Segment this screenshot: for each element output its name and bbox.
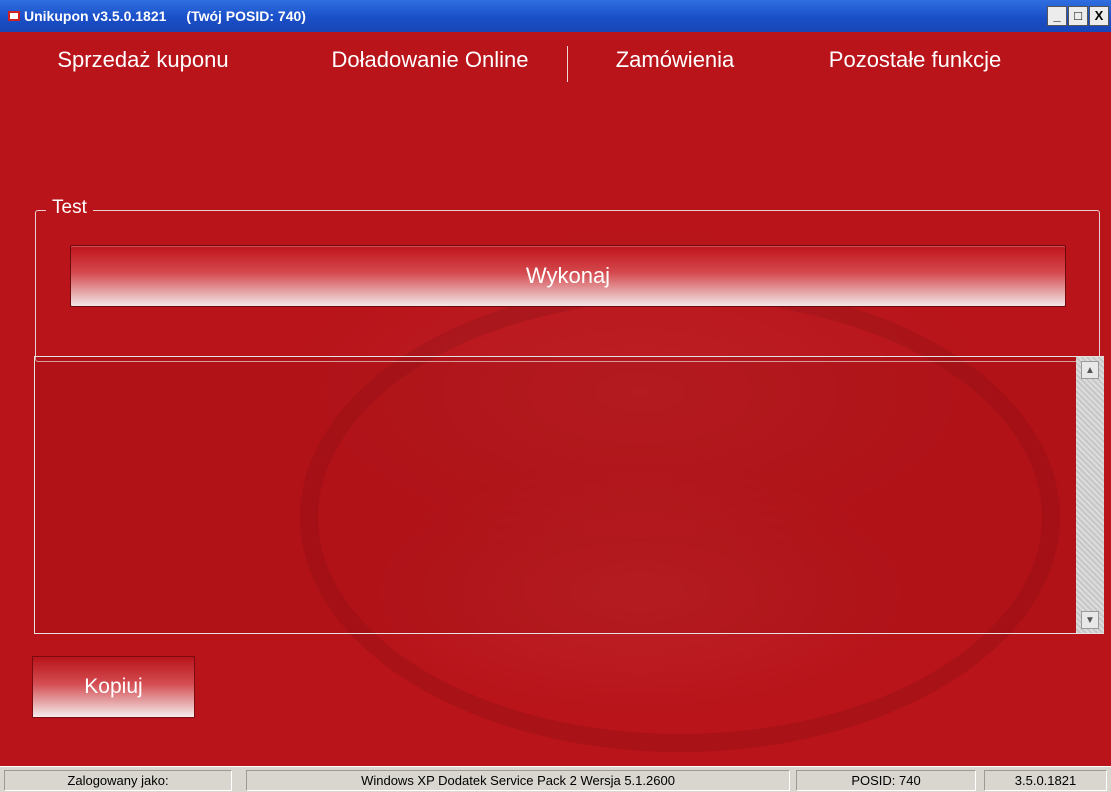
window-controls: _ □ X: [1047, 6, 1109, 26]
status-app-version: 3.5.0.1821: [984, 770, 1107, 791]
scroll-up-button[interactable]: ▲: [1081, 361, 1099, 379]
app-icon: [8, 11, 20, 21]
status-os-version: Windows XP Dodatek Service Pack 2 Wersja…: [246, 770, 790, 791]
window-posid: (Twój POSID: 740): [186, 8, 306, 24]
menu-item-topup-online[interactable]: Doładowanie Online: [310, 42, 550, 78]
window-title-bar: Unikupon v3.5.0.1821 (Twój POSID: 740) _…: [0, 0, 1111, 32]
status-logged-in: Zalogowany jako:: [4, 770, 232, 791]
copy-button[interactable]: Kopiuj: [32, 656, 195, 718]
execute-button[interactable]: Wykonaj: [70, 245, 1066, 307]
menu-item-orders[interactable]: Zamówienia: [585, 42, 765, 78]
menu-item-sale[interactable]: Sprzedaż kuponu: [28, 42, 258, 78]
window-title: Unikupon v3.5.0.1821: [24, 8, 167, 24]
maximize-button[interactable]: □: [1068, 6, 1088, 26]
menu-item-other-functions[interactable]: Pozostałe funkcje: [805, 42, 1025, 78]
minimize-button[interactable]: _: [1047, 6, 1067, 26]
main-panel: Sprzedaż kuponu Doładowanie Online Zamów…: [0, 32, 1111, 766]
output-scrollbar[interactable]: ▲ ▼: [1076, 357, 1104, 633]
output-area: ▲ ▼: [34, 356, 1104, 634]
test-group: Test Wykonaj: [35, 197, 1100, 362]
close-button[interactable]: X: [1089, 6, 1109, 26]
test-group-legend: Test: [46, 197, 93, 219]
menu-divider: [567, 46, 568, 82]
scroll-down-button[interactable]: ▼: [1081, 611, 1099, 629]
output-textarea[interactable]: [35, 357, 1076, 633]
main-menu: Sprzedaż kuponu Doładowanie Online Zamów…: [0, 32, 1111, 86]
status-posid: POSID: 740: [796, 770, 976, 791]
status-bar: Zalogowany jako: Windows XP Dodatek Serv…: [0, 766, 1111, 792]
